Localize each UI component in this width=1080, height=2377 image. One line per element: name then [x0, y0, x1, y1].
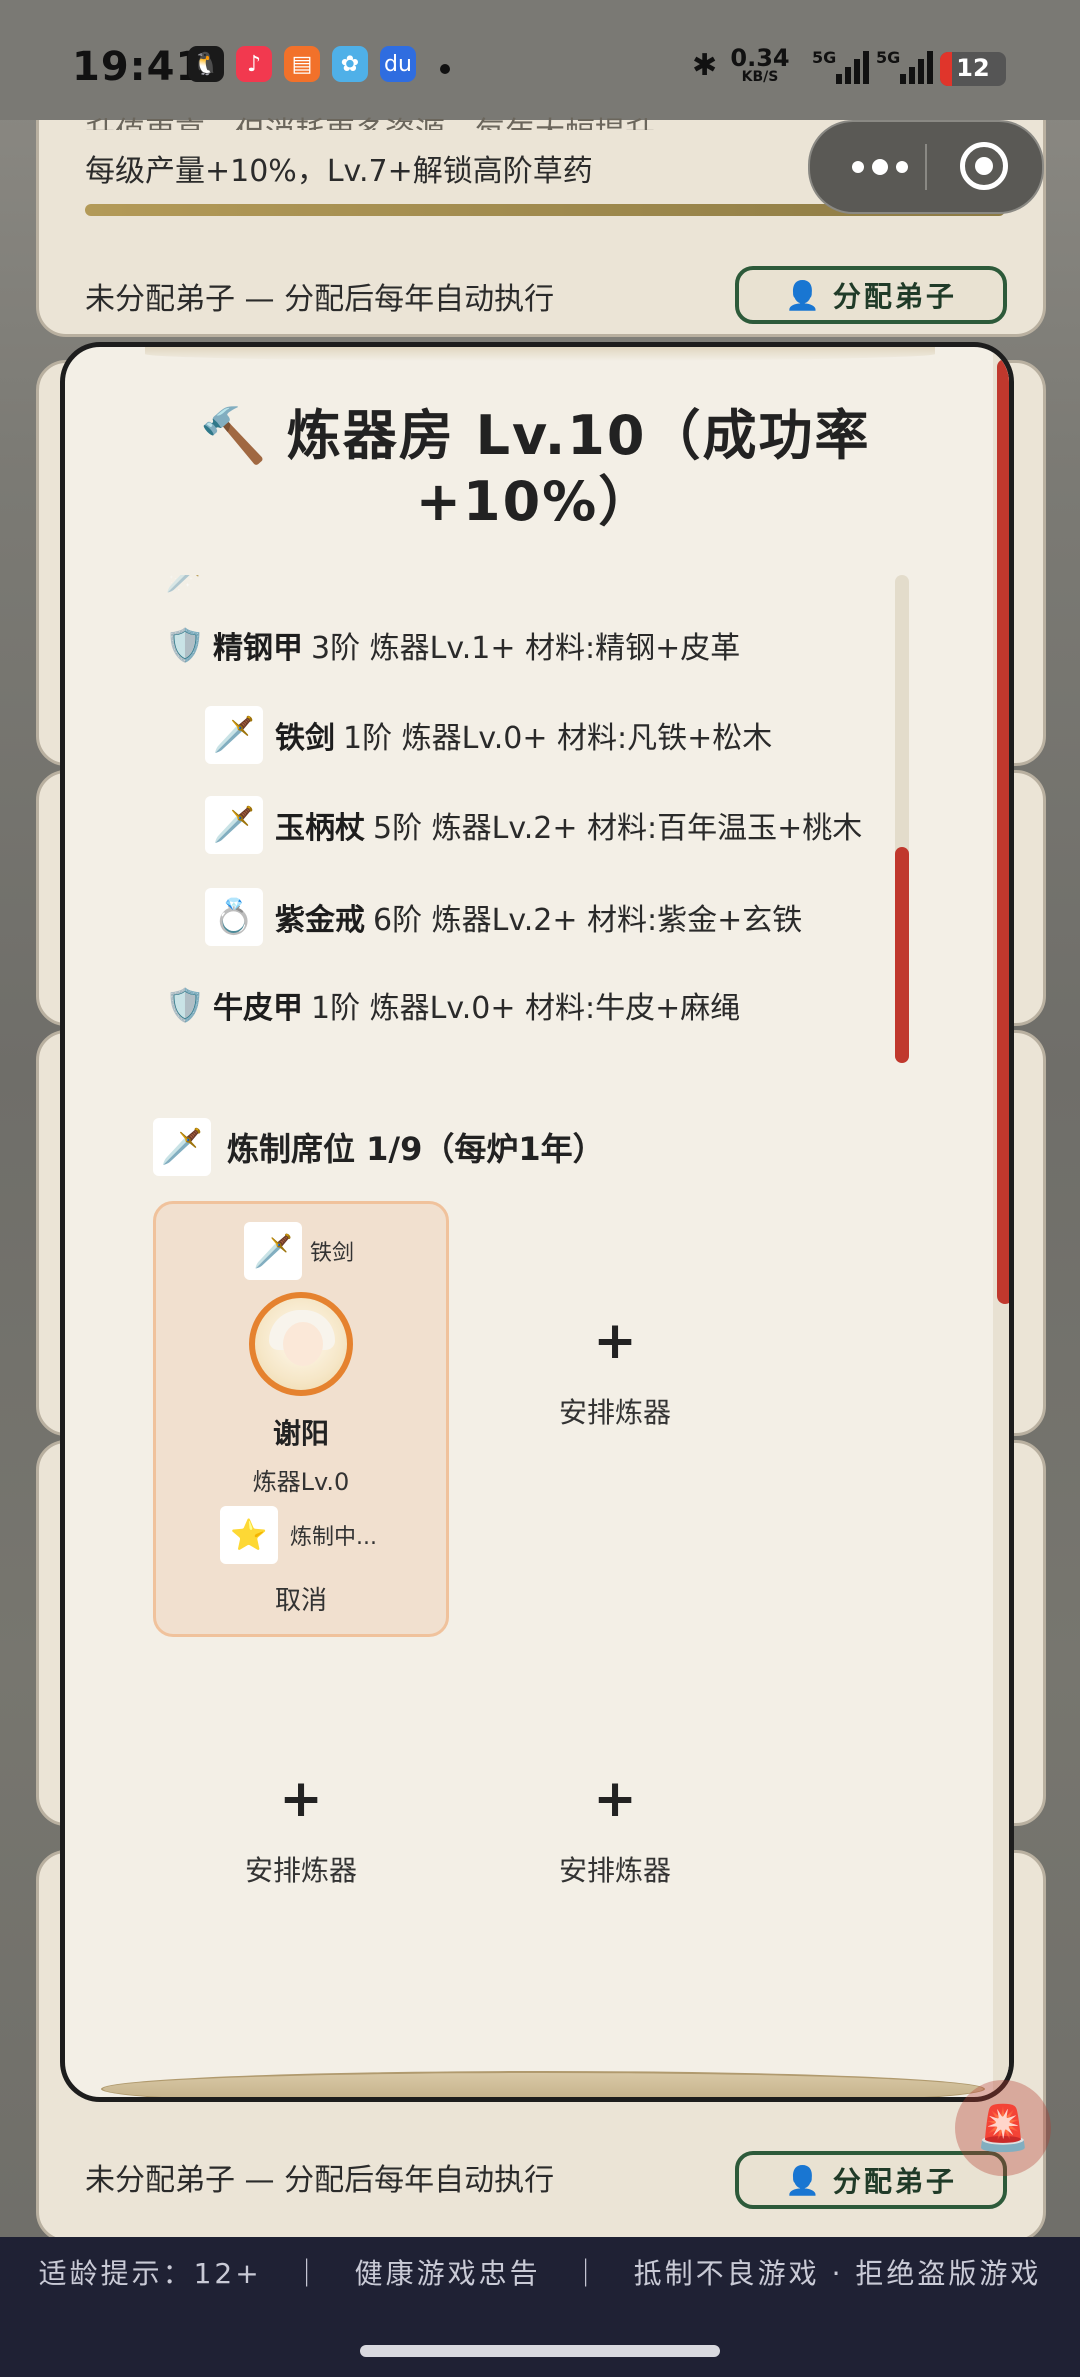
recipe-name: 铁剑 — [275, 721, 335, 756]
net-speed-value: 0.34 — [730, 44, 790, 72]
signal-label: 5G — [812, 48, 837, 67]
sword-icon: 🗡️ — [205, 796, 263, 854]
disciple-level: 炼器Lv.0 — [252, 1468, 350, 1496]
scroll-decoration — [145, 347, 935, 361]
forge-slot-empty[interactable]: + 安排炼器 — [153, 1769, 449, 2069]
cancel-button[interactable]: 取消 — [156, 1580, 446, 1617]
sword-icon: 🗡️ — [244, 1222, 302, 1280]
arrange-forge-label: 安排炼器 — [244, 1854, 357, 1887]
slot-status-text: 炼制中... — [290, 1525, 377, 1550]
recipe-name: 玉柄杖 — [275, 811, 365, 846]
assign-disciple-button[interactable]: 👤 分配弟子 — [735, 266, 1007, 324]
battery-level: 12 — [956, 54, 990, 82]
clock: 19:41 — [72, 44, 205, 90]
recipe-name: 精钢甲 — [213, 631, 303, 666]
book-icon: ▤ — [284, 46, 320, 82]
music-icon: ♪ — [236, 46, 272, 82]
net-speed: 0.34 KB/S — [730, 46, 790, 84]
slot-status: ⭐ 炼制中... — [220, 1506, 377, 1564]
bonus-text: 每级产量+10%，Lv.7+解锁高阶草药 — [85, 154, 593, 189]
sword-icon: 🗡️ — [165, 575, 205, 594]
status-bar: 19:41 🐧 ♪ ▤ ✿ du ✱ 0.34 KB/S 5G 5G 12 — [0, 0, 1080, 120]
forge-slot-empty[interactable]: + 安排炼器 — [467, 1769, 763, 2069]
close-miniprogram-button[interactable] — [960, 142, 1008, 190]
person-icon: 👤 — [785, 2163, 823, 2197]
recipe-detail: 1阶 炼器Lv.0+ 材料:凡铁+松木 — [343, 721, 773, 756]
list-item[interactable]: 🛡️ 牛皮甲 1阶 炼器Lv.0+ 材料:牛皮+麻绳 — [165, 975, 965, 1035]
more-notifications-icon — [440, 64, 450, 74]
recipe-name: 牛皮甲 — [213, 991, 303, 1026]
arrange-forge-label: 安排炼器 — [558, 1396, 671, 1429]
plus-icon: + — [593, 1311, 637, 1371]
plus-icon: + — [593, 1769, 637, 1829]
scroll-decoration — [101, 2071, 985, 2097]
shield-icon: 🛡️ — [165, 986, 205, 1024]
list-scrollbar-thumb[interactable] — [895, 847, 909, 1063]
signal-icon: 5G — [876, 48, 936, 84]
recipe-detail: 5阶 炼器Lv.2+ 材料:百年温玉+桃木 — [373, 811, 863, 846]
sword-icon: 🗡️ — [205, 706, 263, 764]
forge-room-dialog: 🔨 炼器房 Lv.10（成功率+10%） 🗡️ 🛡️ 精钢甲 3阶 炼器Lv.1+… — [60, 342, 1014, 2102]
dialog-scrollbar-thumb[interactable] — [997, 359, 1009, 1304]
slot-item-name: 铁剑 — [310, 1241, 355, 1266]
net-speed-unit: KB/S — [741, 69, 779, 85]
more-options-button[interactable] — [840, 122, 920, 212]
qq-icon: 🐧 — [188, 46, 224, 82]
signal-label: 5G — [876, 48, 901, 67]
recipe-detail: 6阶 炼器Lv.2+ 材料:紫金+玄铁 — [373, 903, 803, 938]
recipe-detail: 1阶 炼器Lv.0+ 材料:牛皮+麻绳 — [311, 991, 741, 1026]
baidu-icon: du — [380, 46, 416, 82]
ring-icon: 💍 — [205, 888, 263, 946]
signal-icon: 5G — [812, 48, 872, 84]
avatar — [249, 1292, 353, 1396]
app-icon: ✿ — [332, 46, 368, 82]
recipe-detail: 3阶 炼器Lv.1+ 材料:精钢+皮革 — [311, 631, 741, 666]
arrange-forge-label: 安排炼器 — [558, 1854, 671, 1887]
person-icon: 👤 — [785, 278, 823, 312]
seat-header-text: 炼制席位 1/9（每炉1年） — [227, 1130, 605, 1168]
plus-icon: + — [279, 1769, 323, 1829]
sword-icon: 🗡️ — [153, 1118, 211, 1176]
bluetooth-icon: ✱ — [692, 48, 718, 83]
miniprogram-capsule — [808, 120, 1044, 214]
battery-icon: 12 — [940, 52, 1006, 86]
assign-label: 分配弟子 — [832, 280, 957, 313]
list-item[interactable]: 🛡️ 精钢甲 3阶 炼器Lv.1+ 材料:精钢+皮革 — [165, 615, 965, 675]
recipe-list[interactable]: 🗡️ 🛡️ 精钢甲 3阶 炼器Lv.1+ 材料:精钢+皮革 🗡️ 铁剑 1阶 炼… — [165, 575, 975, 1055]
status-text: 未分配弟子 — 分配后每年自动执行 — [85, 2163, 555, 2198]
recipe-name: 紫金戒 — [275, 903, 365, 938]
footer: 适龄提示：12+ ｜ 健康游戏忠告 ｜ 抵制不良游戏 · 拒绝盗版游戏 — [0, 2237, 1080, 2377]
home-indicator[interactable] — [360, 2345, 720, 2357]
status-text: 未分配弟子 — 分配后每年自动执行 — [85, 282, 555, 317]
assign-label: 分配弟子 — [832, 2165, 957, 2198]
disciple-name: 谢阳 — [272, 1417, 329, 1450]
star-icon: ⭐ — [220, 1506, 278, 1564]
dialog-title: 🔨 炼器房 Lv.10（成功率+10%） — [105, 403, 965, 535]
alarm-icon[interactable]: 🚨 — [955, 2080, 1051, 2176]
list-item[interactable]: 🗡️ 玉柄杖 5阶 炼器Lv.2+ 材料:百年温玉+桃木 — [205, 795, 975, 855]
shield-icon: 🛡️ — [165, 626, 205, 664]
seat-header: 🗡️ 炼制席位 1/9（每炉1年） — [153, 1117, 605, 1177]
forge-slot-empty[interactable]: + 安排炼器 — [467, 1311, 763, 1611]
hammer-icon: 🔨 — [199, 404, 269, 467]
list-item[interactable]: 🗡️ 铁剑 1阶 炼器Lv.0+ 材料:凡铁+松木 — [205, 705, 975, 765]
dialog-title-text: 炼器房 Lv.10（成功率+10%） — [286, 404, 871, 533]
slot-item: 🗡️ 铁剑 — [244, 1222, 354, 1280]
age-advisory-text: 适龄提示：12+ ｜ 健康游戏忠告 ｜ 抵制不良游戏 · 拒绝盗版游戏 — [38, 2257, 1042, 2290]
list-item[interactable]: 🗡️ — [165, 575, 965, 605]
truncated-description: 升值更高，但消耗更多资源，每年大幅提升 — [85, 108, 655, 130]
forge-slot-active[interactable]: 🗡️ 铁剑 谢阳 炼器Lv.0 ⭐ 炼制中... 取消 — [153, 1201, 449, 1637]
list-item[interactable]: 💍 紫金戒 6阶 炼器Lv.2+ 材料:紫金+玄铁 — [205, 887, 975, 947]
